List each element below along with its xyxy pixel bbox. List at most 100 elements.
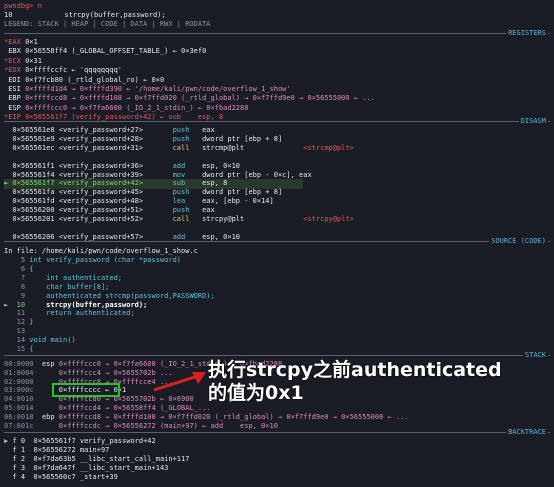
disasm-address: 0×565561f4 <verify_password+39> [4,170,173,179]
disasm-opcode: lea [172,197,203,206]
source-line-number: 8 [4,282,30,291]
source-line-number: 14 [4,336,30,345]
backtrace-frame: f 3 0×f7da647f __libc_start_main+143 [4,464,168,473]
stack-value: 0×ffffccdc → 0×56556272 (main+97) ← add … [58,421,278,430]
annotation-line-1: 执行strcpy之前authenticated [208,359,502,381]
register-name: EDI [4,75,26,84]
backtrace-frame-value: 0×f7da647f __libc_start_main+143 [33,464,169,472]
disasm-opcode: push [172,206,203,215]
disasm-address: 0×56556206 <verify_password+57> [4,232,173,241]
disasm-args: esp, 0×10 [202,232,304,241]
backtrace-frame: f 1 0×56556272 main+97 [4,446,109,455]
disasm-opcode: call [172,143,203,152]
register-value: 0×ffffccd8 → 0×ffffd108 → 0×f7ffd020 (_r… [25,94,375,103]
stack-index: 03:000c [4,386,42,395]
disasm-address [4,224,173,232]
backtrace-frame-index: f 0 [12,437,34,445]
source-line-number: 5 [4,256,30,264]
source-line-code: char buffer[8]; [29,282,110,291]
source-line-code: strcpy(buffer,password); [29,300,148,309]
register-row: *ECX 0×31 [4,57,42,66]
source-line-number: ► 10 [4,300,30,309]
registers-separator: REGISTERS [4,29,550,38]
red-arrow-icon [153,372,206,392]
disasm-address: 0×56556200 <verify_password+51> [4,206,173,215]
stack-index: 00:0000 [4,360,42,368]
register-value: 0×565561f7 (verify_password+42) ← sub es… [25,113,224,122]
backtrace-frame-value: 0×f7da63b5 __libc_start_call_main+117 [33,455,190,463]
disasm-opcode: add [172,161,203,170]
backtrace-frame: f 2 0×f7da63b5 __libc_start_call_main+11… [4,455,189,464]
legend: LEGEND: STACK | HEAP | CODE | DATA | RWX… [4,20,211,28]
register-name: *EIP [4,113,26,122]
backtrace-frame-index: f 3 [12,464,34,472]
source-line-number: 6 [4,264,30,273]
disasm-comment: <strcpy@plt> [303,215,354,223]
disasm-args [202,224,303,232]
stack-index: 07:001c [4,421,42,430]
stack-index: 06:0018 [4,412,42,421]
register-value: 0×ffffccc0 → 0×f7fa6600 (_IO_2_1_stdin_)… [25,103,249,112]
source-line-number: 11 [4,309,30,318]
source-file-path: In file: /home/kali/pwn/code/overflow_1_… [4,247,198,255]
disasm-opcode: add [172,232,203,241]
register-value: 0×1 [25,38,38,46]
stack-index: 02:0008 [4,377,42,386]
annotation-line-2: 的值为0x1 [208,382,304,404]
disasm-address: 0×56556201 <verify_password+52> [4,215,173,223]
stack-separator: STACK [4,351,550,360]
backtrace-frame: ▶ f 0 0×565561f7 verify_password+42 [4,437,156,446]
register-name: EBX [4,47,26,56]
disasm-opcode: push [172,188,203,197]
disasm-address: 0×565561e9 <verify_password+28> [4,134,173,143]
disasm-args: dword ptr [ebp + 8] [202,134,304,143]
disasm-address [4,153,173,161]
register-row: ESP 0×ffffccc0 → 0×f7fa6600 (_IO_2_1_std… [4,104,248,113]
register-name: ESI [4,85,26,93]
source-line-code: int authenticated; [29,273,123,282]
disasm-args: esp, 0×10 [202,161,304,170]
register-row: *EDX 0×ffffccfc ← 'qqqqqqqq' [4,66,122,75]
stack-value: 0×ffffccd4 → 0×56558ff4 (_GLOBAL_... [58,404,211,412]
register-value: 0×31 [25,56,42,65]
stack-register [42,404,59,412]
disasm-address: 0×565561fa <verify_password+45> [4,188,173,197]
backtrace-frame-value: 0×565561f7 verify_password+42 [33,437,156,445]
disasm-opcode: call [172,215,203,223]
stack-index: 01:0004 [4,368,42,377]
disasm-args: esp, 8 [202,179,304,188]
disasm-opcode: push [172,134,203,143]
source-separator: SOURCE (CODE) [4,237,550,246]
source-line: 15 { [4,345,34,354]
current-line-number: 10 [4,11,13,19]
highlight-box [52,383,120,397]
backtrace-frame: f 4 0×565560c7 _start+39 [4,473,117,482]
disasm-args: dword ptr [ebp + 8] [202,188,304,197]
source-line-number: 13 [4,327,30,336]
stack-register [42,369,59,377]
register-row: *EAX 0×1 [4,38,38,47]
current-line-row: 10 strcpy(buffer,password); [4,11,166,20]
register-name: *EAX [4,38,26,46]
backtrace-frame-value: 0×56556272 main+97 [33,446,110,454]
source-line-code: return authenticated; [29,309,135,318]
disasm-address: 0×565561ec <verify_password+31> [4,143,173,152]
disasm-opcode: mov [172,170,203,179]
disasm-args: strcmp@plt [202,143,304,152]
registers-header: REGISTERS [506,29,548,38]
register-value: 0×ffffccfc ← 'qqqqqqqq' [25,66,123,75]
register-name: ESP [4,103,26,112]
stack-header: STACK [522,351,548,360]
source-line-number: 12 [4,318,30,327]
disasm-separator: DISASM [4,117,550,126]
gdb-prompt[interactable]: pwndbg> n [4,2,42,11]
backtrace-separator: BACKTRACE [4,428,550,437]
source-line-number: 7 [4,273,30,282]
source-line-code: } [29,318,34,327]
register-value: 0×ffffd1d4 → 0×ffffd390 ← '/home/kali/pw… [25,85,291,93]
source-line-code: { [29,345,34,353]
backtrace-frame-index: f 2 [12,455,34,463]
backtrace-header: BACKTRACE [506,428,548,437]
stack-index: 05:0014 [4,404,42,412]
disasm-comment: <strcmp@plt> [303,143,354,152]
